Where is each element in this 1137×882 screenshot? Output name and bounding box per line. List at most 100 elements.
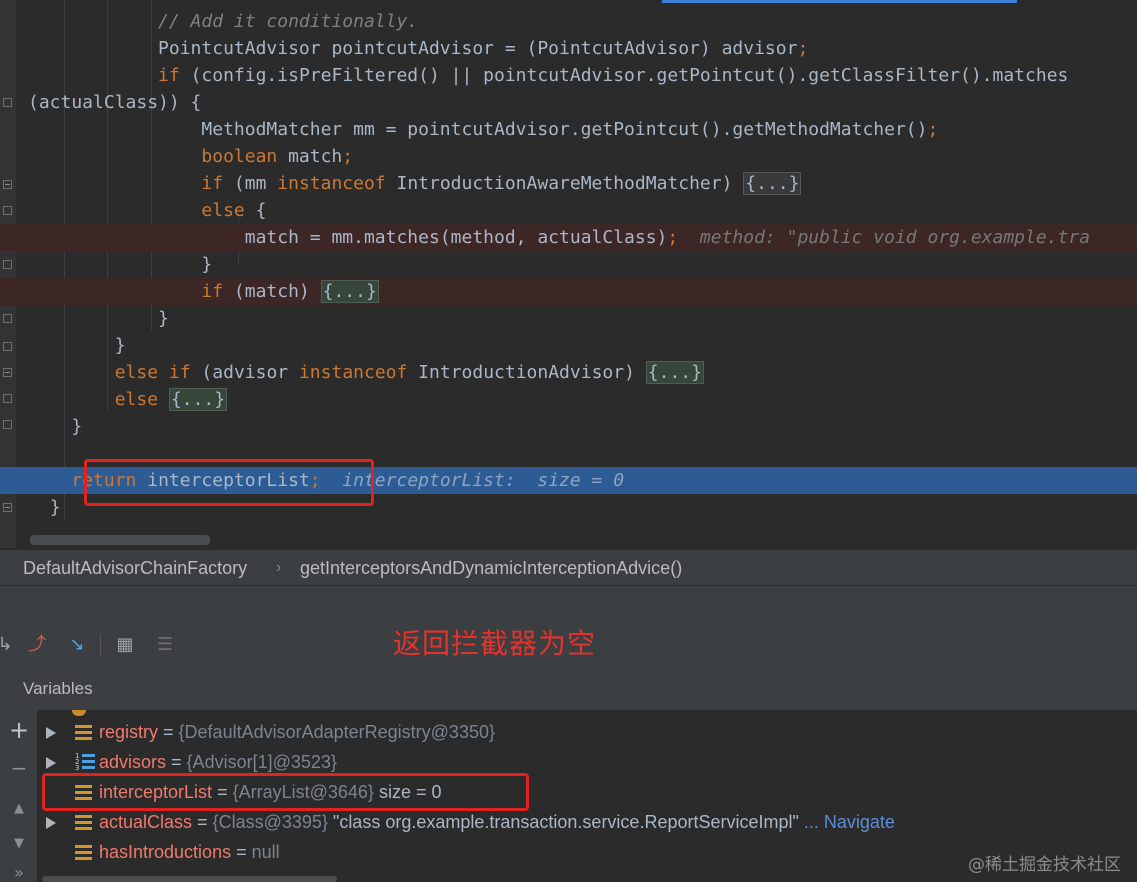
variable-row[interactable]: hasIntroductions = null	[40, 837, 1130, 867]
code-token: }	[201, 254, 213, 275]
code-line[interactable]: else if (advisor instanceof Introduction…	[0, 359, 1137, 386]
folded-block[interactable]: {...}	[320, 280, 379, 303]
evaluate-expression-icon[interactable]: ▦	[112, 632, 138, 658]
expand-arrow-icon[interactable]	[46, 817, 56, 829]
code-token: PointcutAdvisor pointcutAdvisor = (Point…	[158, 38, 798, 59]
code-line[interactable]: }	[0, 251, 1137, 278]
code-line[interactable]: if (config.isPreFiltered() || pointcutAd…	[0, 62, 1137, 89]
code-line[interactable]: }	[0, 332, 1137, 359]
code-token: // Add it conditionally.	[158, 11, 419, 32]
variable-row[interactable]: registry = {DefaultAdvisorAdapterRegistr…	[40, 717, 1130, 747]
variable-name: hasIntroductions	[99, 842, 232, 862]
code-token: }	[71, 416, 83, 437]
code-token: instanceof	[298, 362, 408, 383]
variable-equals: =	[166, 752, 187, 772]
expand-arrow-icon[interactable]	[46, 727, 56, 739]
variable-name: registry	[99, 722, 159, 742]
code-line[interactable]: if (mm instanceof IntroductionAwareMetho…	[0, 170, 1137, 197]
add-watch-icon[interactable]: +	[8, 718, 30, 742]
code-token: else	[201, 200, 245, 221]
code-token: ;	[342, 146, 354, 167]
annotation-text: 返回拦截器为空	[393, 627, 597, 660]
breadcrumb-method[interactable]: getInterceptorsAndDynamicInterceptionAdv…	[300, 550, 682, 586]
code-token: }	[158, 308, 169, 329]
move-up-icon[interactable]: ▲	[8, 798, 30, 820]
expand-arrow-icon[interactable]	[46, 757, 56, 769]
drop-frame-icon[interactable]: ⤴	[24, 632, 50, 658]
variables-header: Variables	[0, 667, 1137, 711]
variable-value: {Class@3395}	[212, 812, 328, 832]
array-icon: 123	[75, 753, 95, 772]
field-icon	[75, 815, 92, 830]
breadcrumb: DefaultAdvisorChainFactory › getIntercep…	[0, 549, 1137, 586]
toolbar-divider	[100, 634, 101, 656]
code-token: boolean	[201, 146, 278, 167]
code-line[interactable]: // Add it conditionally.	[0, 8, 1137, 35]
variable-row[interactable]: actualClass = {Class@3395} "class org.ex…	[40, 807, 1130, 837]
move-down-icon[interactable]: ▼	[8, 833, 30, 855]
code-line[interactable]: PointcutAdvisor pointcutAdvisor = (Point…	[0, 35, 1137, 62]
folded-block[interactable]: {...}	[743, 172, 802, 195]
code-line[interactable]: match = mm.matches(method, actualClass);…	[0, 224, 1137, 251]
code-token: match	[277, 146, 343, 167]
code-token: {	[244, 200, 267, 221]
highlight-box-return	[84, 459, 374, 506]
highlight-box-interceptor-list	[42, 773, 529, 811]
navigate-link[interactable]: ... Navigate	[799, 812, 895, 832]
code-token: MethodMatcher mm = pointcutAdvisor.getPo…	[201, 119, 928, 140]
trace-icon[interactable]: ☰	[152, 632, 178, 658]
field-icon	[75, 845, 92, 860]
breadcrumb-class[interactable]: DefaultAdvisorChainFactory	[23, 550, 247, 586]
folded-block[interactable]: {...}	[645, 361, 704, 384]
more-icon[interactable]: »	[8, 862, 30, 882]
code-token: if	[201, 281, 224, 302]
remove-watch-icon[interactable]: −	[8, 757, 30, 779]
code-line[interactable]: (actualClass)) {	[0, 89, 1137, 116]
code-line[interactable]: }	[0, 413, 1137, 440]
code-line[interactable]: }	[0, 305, 1137, 332]
editor-horizontal-scrollbar[interactable]	[30, 535, 210, 545]
code-line[interactable]: boolean match;	[0, 143, 1137, 170]
step-over-icon[interactable]: ↳	[0, 632, 18, 658]
code-token: else	[114, 362, 159, 383]
watermark: @稀土掘金技术社区	[968, 855, 1121, 875]
code-line[interactable]: else {	[0, 197, 1137, 224]
code-token: (config.isPreFiltered() || pointcutAdvis…	[179, 65, 1069, 86]
variable-extra: "class org.example.transaction.service.R…	[327, 812, 799, 832]
run-to-cursor-icon[interactable]: ↘	[64, 632, 90, 658]
field-icon	[75, 725, 92, 740]
variables-title: Variables	[23, 679, 93, 698]
code-token: ;	[667, 227, 679, 248]
inline-debug-value: method: "public void org.example.tra	[678, 227, 1091, 248]
code-line[interactable]: if (match) {...}	[0, 278, 1137, 305]
variables-sidebar: + − ▲ ▼ »	[0, 710, 37, 882]
partial-row-icon	[72, 710, 86, 716]
variables-horizontal-scrollbar[interactable]	[42, 876, 337, 882]
code-token: ;	[927, 119, 939, 140]
editor-tab-indicator	[662, 0, 1017, 3]
code-token: (match)	[223, 281, 321, 302]
code-token: if	[158, 65, 180, 86]
folded-block[interactable]: {...}	[168, 388, 228, 411]
code-line[interactable]: else {...}	[0, 386, 1137, 413]
variable-equals: =	[231, 842, 252, 862]
code-token: if	[168, 362, 191, 383]
variable-name: actualClass	[99, 812, 193, 832]
code-line[interactable]: MethodMatcher mm = pointcutAdvisor.getPo…	[0, 116, 1137, 143]
